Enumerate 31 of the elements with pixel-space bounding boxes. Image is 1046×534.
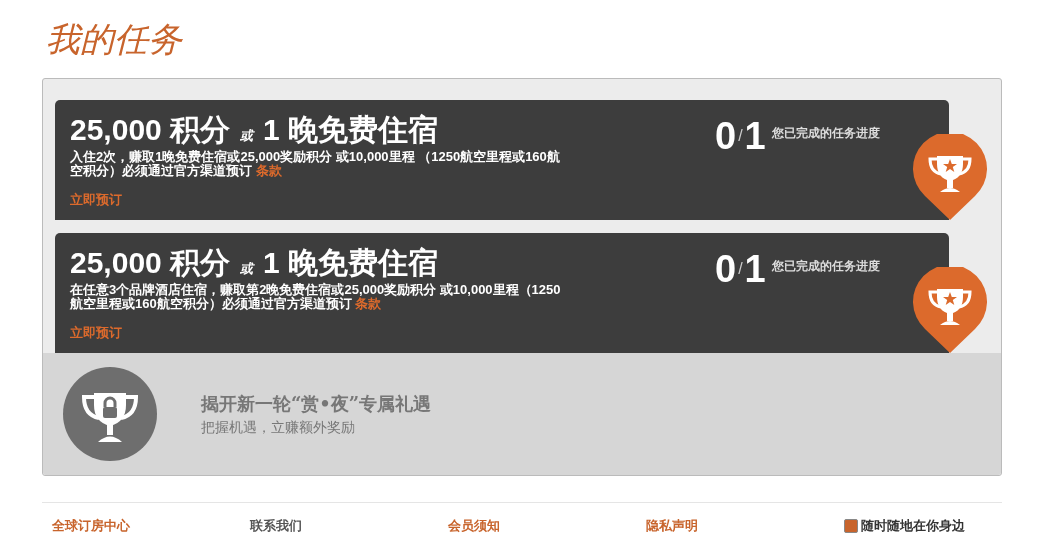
nights-text: 1 晚免费住宿	[263, 112, 439, 148]
book-now-link[interactable]: 立即预订	[70, 190, 122, 210]
progress-separator: /	[738, 126, 743, 146]
or-text: 或	[240, 127, 254, 145]
footer-link[interactable]: 全球订房中心	[52, 516, 250, 534]
terms-link[interactable]: 条款	[355, 296, 382, 311]
trophy-pin-icon	[913, 267, 987, 353]
progress-label: 您已完成的任务进度	[771, 258, 880, 275]
nights-text: 1 晚免费住宿	[263, 245, 439, 281]
progress-label: 您已完成的任务进度	[771, 125, 880, 142]
page-title: 我的任务	[46, 22, 182, 56]
footer-link[interactable]: 联系我们	[250, 516, 448, 534]
or-text: 或	[240, 260, 254, 278]
task-description: 在任意3个品牌酒店住宿，赚取第2晚免费住宿或25,000奖励积分 或10,000里程（1250航空里程或160航空积分）必须通过官方渠道预订 条款	[70, 283, 562, 311]
progress-separator: /	[738, 259, 743, 279]
points-text: 25,000 积分	[70, 245, 231, 281]
locked-title: 揭开新一轮“赏•夜”专属礼遇	[201, 392, 432, 416]
footer-link[interactable]: 隐私声明	[646, 516, 844, 534]
trophy-pin-icon	[913, 134, 987, 220]
progress-done: 0	[715, 249, 737, 289]
footer-link[interactable]: 会员须知	[448, 516, 646, 534]
task-description: 入住2次，赚取1晚免费住宿或25,000奖励积分 或10,000里程 （1250航空里程或160航空积分）必须通过官方渠道预订 条款	[70, 150, 561, 178]
book-now-link[interactable]: 立即预订	[70, 323, 122, 343]
terms-link[interactable]: 条款	[255, 163, 282, 178]
progress-total: 1	[744, 249, 766, 289]
progress-done: 0	[715, 116, 737, 156]
points-text: 25,000 积分	[70, 112, 231, 148]
footer-link[interactable]: 随时随地在你身边	[844, 516, 1042, 534]
locked-trophy-icon	[63, 367, 157, 461]
locked-subtitle: 把握机遇，立赚额外奖励	[201, 418, 356, 437]
progress-total: 1	[744, 116, 766, 156]
